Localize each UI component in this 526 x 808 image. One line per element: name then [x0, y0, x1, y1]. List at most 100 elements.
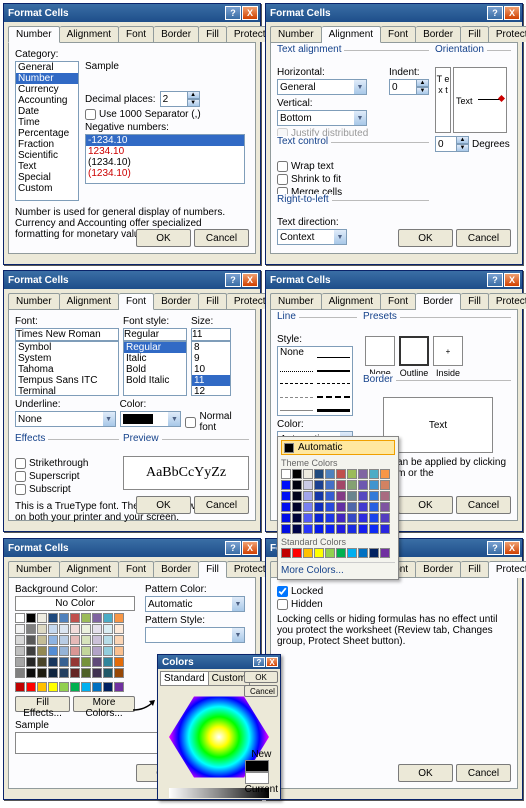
cat-number[interactable]: Number — [16, 73, 78, 84]
color-swatch[interactable] — [26, 635, 36, 645]
color-swatch[interactable] — [59, 682, 69, 692]
color-swatch[interactable] — [48, 657, 58, 667]
spin-up-icon[interactable]: ▲ — [188, 91, 200, 99]
ok-button[interactable]: OK — [398, 496, 453, 514]
color-swatch[interactable] — [103, 657, 113, 667]
help-button[interactable]: ? — [487, 273, 503, 287]
color-swatch[interactable] — [59, 646, 69, 656]
color-swatch[interactable] — [325, 524, 335, 534]
tab-number[interactable]: Number — [8, 26, 60, 43]
close-button[interactable]: X — [504, 273, 520, 287]
color-swatch[interactable] — [281, 513, 291, 523]
font-item[interactable]: Tahoma — [16, 364, 118, 375]
tab-fill[interactable]: Fill — [461, 293, 489, 309]
cat-accounting[interactable]: Accounting — [16, 95, 78, 106]
color-swatch[interactable] — [380, 548, 390, 558]
strikethrough-checkbox[interactable]: Strikethrough — [15, 458, 119, 469]
close-button[interactable]: X — [266, 657, 278, 667]
color-swatch[interactable] — [369, 513, 379, 523]
size-item[interactable]: 11 — [192, 375, 230, 386]
cat-time[interactable]: Time — [16, 117, 78, 128]
cat-currency[interactable]: Currency — [16, 84, 78, 95]
close-button[interactable]: X — [242, 6, 258, 20]
color-swatch[interactable] — [314, 480, 324, 490]
color-swatch[interactable] — [336, 469, 346, 479]
colors-tab-standard[interactable]: Standard — [160, 671, 209, 686]
more-colors-button[interactable]: More Colors... — [73, 696, 135, 712]
size-item[interactable]: 9 — [192, 353, 230, 364]
more-colors-option[interactable]: More Colors... — [281, 562, 395, 576]
color-swatch[interactable] — [292, 480, 302, 490]
color-swatch[interactable] — [358, 513, 368, 523]
color-swatch[interactable] — [103, 668, 113, 678]
tab-border[interactable]: Border — [416, 293, 461, 310]
font-item[interactable]: Terminal — [16, 386, 118, 396]
color-swatch[interactable] — [303, 548, 313, 558]
close-button[interactable]: X — [242, 541, 258, 555]
color-swatch[interactable] — [48, 646, 58, 656]
tab-alignment[interactable]: Alignment — [322, 293, 381, 309]
color-swatch[interactable] — [314, 502, 324, 512]
color-swatch[interactable] — [37, 624, 47, 634]
indent-spinner[interactable]: ▲▼ — [389, 79, 429, 95]
spin-up-icon[interactable]: ▲ — [417, 79, 429, 87]
use-1000-separator-checkbox[interactable]: Use 1000 Separator (,) — [85, 109, 249, 120]
color-swatch[interactable] — [81, 646, 91, 656]
color-swatch[interactable] — [380, 513, 390, 523]
preset-outline-button[interactable] — [399, 336, 429, 366]
tab-fill[interactable]: Fill — [461, 561, 489, 577]
color-swatch[interactable] — [336, 548, 346, 558]
color-swatch[interactable] — [314, 513, 324, 523]
tab-fill[interactable]: Fill — [461, 26, 489, 42]
cat-special[interactable]: Special — [16, 172, 78, 183]
style-item[interactable]: Bold — [124, 364, 186, 375]
tab-protection[interactable]: Protection — [489, 293, 526, 309]
tab-fill[interactable]: Fill — [199, 561, 227, 578]
tab-font[interactable]: Font — [119, 561, 154, 577]
theme-colors-grid[interactable] — [281, 469, 395, 534]
font-item[interactable]: System — [16, 353, 118, 364]
color-swatch[interactable] — [325, 480, 335, 490]
cat-fraction[interactable]: Fraction — [16, 139, 78, 150]
color-swatch[interactable] — [369, 491, 379, 501]
color-swatch[interactable] — [92, 624, 102, 634]
color-swatch[interactable] — [314, 548, 324, 558]
spin-down-icon[interactable]: ▼ — [188, 99, 200, 107]
color-swatch[interactable] — [325, 491, 335, 501]
color-swatch[interactable] — [380, 480, 390, 490]
line-style[interactable] — [280, 380, 313, 385]
close-button[interactable]: X — [504, 6, 520, 20]
color-swatch[interactable] — [325, 548, 335, 558]
style-input[interactable] — [123, 328, 187, 341]
color-swatch[interactable] — [26, 624, 36, 634]
tab-font[interactable]: Font — [119, 26, 154, 42]
size-listbox[interactable]: 8 9 10 11 12 14 — [191, 341, 231, 396]
spin-up-icon[interactable]: ▲ — [457, 136, 469, 144]
color-swatch[interactable] — [369, 480, 379, 490]
color-swatch[interactable] — [281, 502, 291, 512]
color-swatch[interactable] — [369, 548, 379, 558]
color-swatch[interactable] — [103, 646, 113, 656]
color-swatch[interactable] — [26, 646, 36, 656]
color-swatch[interactable] — [336, 524, 346, 534]
help-button[interactable]: ? — [487, 6, 503, 20]
orientation-dial[interactable]: Text — [453, 67, 507, 133]
color-swatch[interactable] — [380, 469, 390, 479]
color-swatch[interactable] — [292, 469, 302, 479]
color-swatch[interactable] — [26, 613, 36, 623]
color-swatch[interactable] — [281, 491, 291, 501]
vertical-text-button[interactable]: T e x t — [435, 67, 451, 133]
cancel-button[interactable]: Cancel — [194, 496, 249, 514]
cat-general[interactable]: General — [16, 62, 78, 73]
line-style[interactable] — [280, 366, 313, 372]
line-style[interactable] — [317, 366, 350, 372]
wrap-text-checkbox[interactable]: Wrap text — [277, 161, 429, 172]
color-swatch[interactable] — [303, 513, 313, 523]
colors-cancel-button[interactable]: Cancel — [244, 685, 278, 697]
color-swatch[interactable] — [48, 668, 58, 678]
neg-item-2[interactable]: (1234.10) — [86, 157, 244, 168]
colors-ok-button[interactable]: OK — [244, 671, 278, 683]
color-swatch[interactable] — [347, 469, 357, 479]
color-swatch[interactable] — [70, 668, 80, 678]
color-swatch[interactable] — [37, 613, 47, 623]
